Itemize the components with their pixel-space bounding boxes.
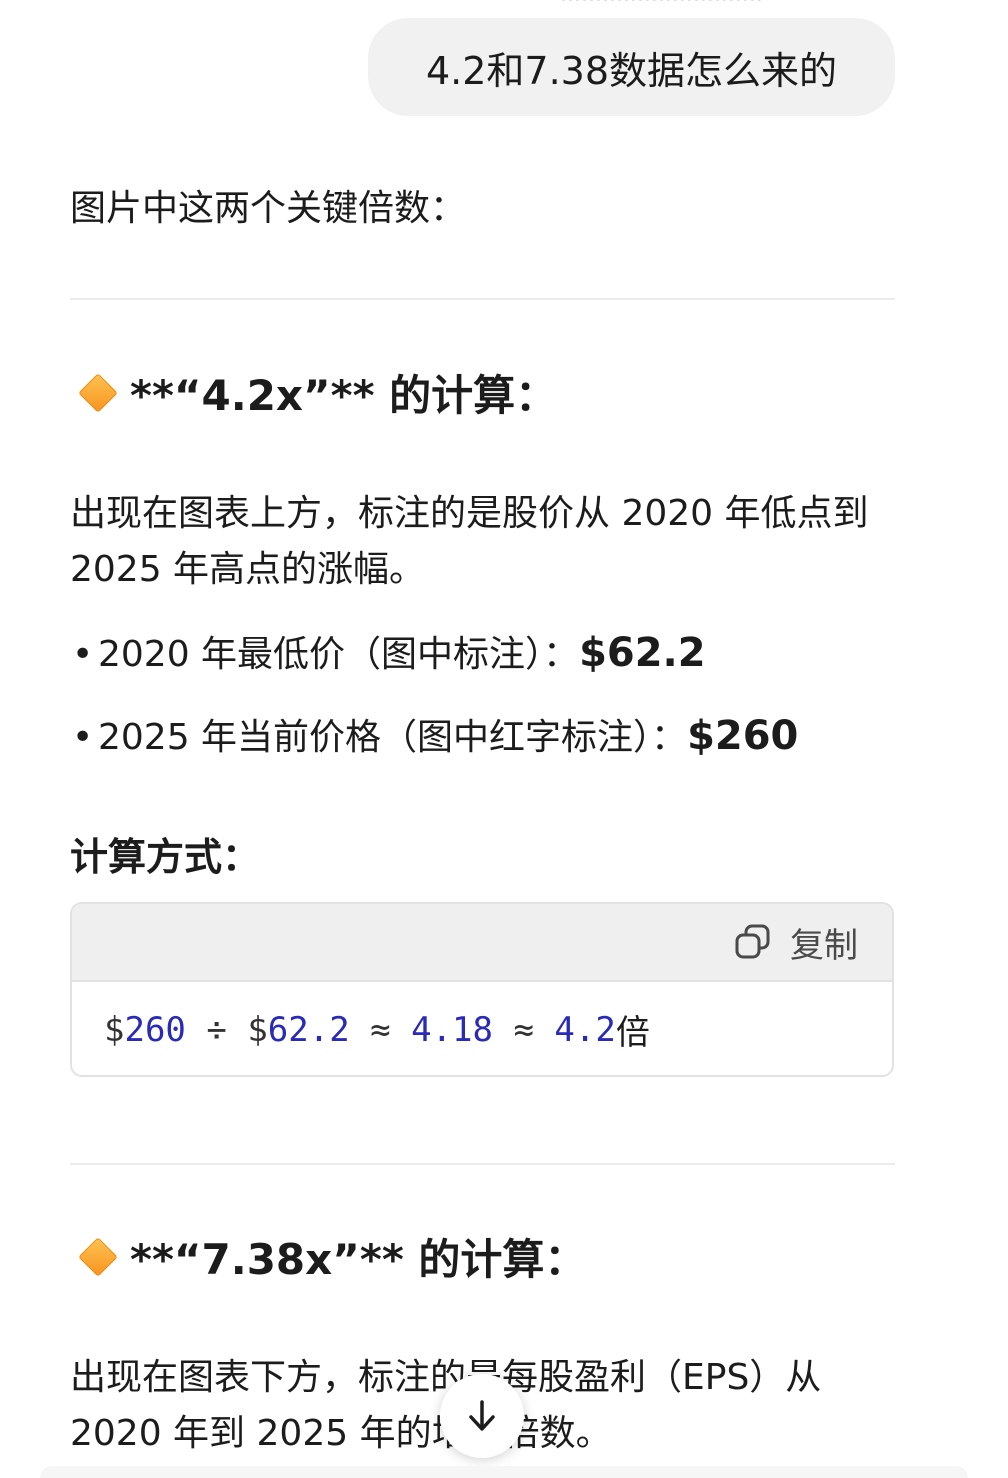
- section-divider: [70, 1163, 895, 1165]
- section1-description: 出现在图表上方，标注的是股价从 2020 年低点到 2025 年高点的涨幅。: [70, 493, 869, 590]
- list-item: • 2025 年当前价格（图中红字标注）：$260: [72, 711, 798, 763]
- arrow-down-icon: [469, 1400, 495, 1431]
- previous-message-fragment: ·····························: [560, 0, 880, 2]
- section-heading-7-38x: **“7.38x”** 的计算：: [76, 1226, 586, 1287]
- bullet-value: $62.2: [579, 630, 706, 676]
- user-message-text: 4.2和7.38数据怎么来的: [425, 48, 838, 93]
- code-token: ≈: [493, 1009, 555, 1050]
- copy-button-label: 复制: [790, 925, 858, 966]
- copy-button[interactable]: 复制: [734, 918, 858, 967]
- bullet-icon: •: [72, 717, 94, 758]
- code-token: $: [104, 1009, 125, 1050]
- orange-diamond-icon: [78, 372, 118, 413]
- copy-icon: [735, 924, 770, 959]
- section-heading-4-2x: **“4.2x”** 的计算：: [76, 362, 557, 423]
- code-content: $260 ÷ $62.2 ≈ 4.18 ≈ 4.2 倍: [72, 982, 892, 1075]
- bullet-icon: •: [72, 634, 94, 675]
- code-token: ÷ $: [185, 1009, 268, 1050]
- section-divider: [70, 298, 895, 300]
- bullet-value: $260: [687, 713, 799, 759]
- answer-intro: 图片中这两个关键倍数：: [70, 188, 467, 229]
- code-block: 复制 $260 ÷ $62.2 ≈ 4.18 ≈ 4.2 倍: [70, 902, 894, 1077]
- composer-edge: [40, 1466, 968, 1478]
- bullet-label: 2020 年最低价（图中标注）：: [98, 634, 580, 675]
- list-item: • 2020 年最低价（图中标注）：$62.2: [72, 628, 706, 680]
- section-heading-text: **“4.2x”** 的计算：: [130, 371, 558, 420]
- code-number: 4.2: [554, 1009, 616, 1050]
- section-heading-text: **“7.38x”** 的计算：: [130, 1235, 587, 1284]
- code-token: ≈: [349, 1009, 412, 1050]
- bullet-label: 2025 年当前价格（图中红字标注）：: [98, 717, 688, 758]
- code-number: 260: [124, 1009, 186, 1050]
- code-number: 62.2: [267, 1009, 350, 1050]
- user-message-bubble: 4.2和7.38数据怎么来的: [368, 18, 895, 116]
- orange-diamond-icon: [78, 1236, 118, 1277]
- method-title: 计算方式：: [70, 835, 261, 879]
- code-token: 倍: [615, 1013, 650, 1053]
- code-block-header: 复制: [72, 904, 892, 982]
- scroll-to-bottom-button[interactable]: [440, 1374, 524, 1458]
- code-number: 4.18: [411, 1009, 493, 1050]
